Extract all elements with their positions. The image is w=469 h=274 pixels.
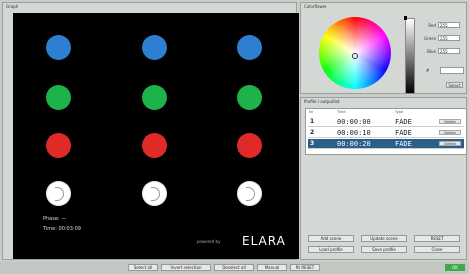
light-dot-5[interactable] (142, 85, 167, 110)
save-profile-button[interactable]: Save profile (361, 246, 407, 253)
blue-label: Blue (427, 49, 436, 54)
select-all-button[interactable]: Select all (128, 264, 158, 271)
table-row-selected[interactable]: 3 00:00:20 FADE Delete (308, 139, 464, 149)
preview-stage: Phase: — Time: 00:03:09 powered by ELARA (13, 13, 299, 259)
time-label: Time: 00:03:09 (43, 226, 81, 232)
light-dot-2[interactable] (142, 35, 167, 60)
light-dot-10[interactable] (46, 181, 71, 206)
wheel-marker-icon[interactable] (352, 53, 358, 59)
row-delete-button[interactable]: Delete (439, 130, 461, 135)
row-type: FADE (395, 140, 412, 148)
red-row: Red 255 (424, 22, 464, 29)
color-panel-title: Colorflower (304, 4, 327, 9)
profile-title: Profile / outputlist (304, 99, 340, 104)
col-time: Time (337, 110, 346, 114)
row-time: 00:00:00 (337, 118, 371, 126)
row-time: 00:00:20 (337, 140, 371, 148)
hex-input[interactable] (440, 67, 464, 74)
invert-selection-button[interactable]: Invert selection (161, 264, 211, 271)
color-panel: Colorflower Red 255 Green 255 Blue 255 #… (300, 2, 467, 94)
row-time: 00:00:10 (337, 129, 371, 137)
red-input[interactable]: 255 (438, 22, 460, 28)
row-index: 2 (310, 129, 315, 136)
reset-button[interactable]: RESET (414, 235, 460, 242)
close-button[interactable]: Close (414, 246, 460, 253)
light-dot-9[interactable] (237, 133, 262, 158)
red-label: Red (428, 23, 436, 28)
profile-panel: Profile / outputlist Nr Time Type 1 00:0… (300, 97, 467, 260)
row-type: FADE (395, 129, 412, 137)
deselect-all-button[interactable]: Deselect all (214, 264, 254, 271)
green-input[interactable]: 255 (438, 35, 460, 41)
row-index: 1 (310, 118, 315, 125)
phase-label: Phase: — (43, 216, 67, 222)
manual-button[interactable]: Manual (257, 264, 287, 271)
ok-button[interactable]: OK (445, 264, 465, 271)
light-dot-6[interactable] (237, 85, 262, 110)
light-dot-12[interactable] (237, 181, 262, 206)
rt-reset-button[interactable]: Rt RESET (290, 264, 320, 271)
light-dot-8[interactable] (142, 133, 167, 158)
hex-label: # (426, 68, 430, 73)
light-dot-3[interactable] (237, 35, 262, 60)
add-scene-button[interactable]: Add scene (308, 235, 354, 242)
elara-logo: ELARA (242, 234, 286, 248)
light-dot-11[interactable] (142, 181, 167, 206)
col-type: Type (395, 110, 404, 114)
row-delete-button[interactable]: Delete (439, 119, 461, 124)
light-dot-1[interactable] (46, 35, 71, 60)
scene-table: Nr Time Type 1 00:00:00 FADE Delete 2 00… (305, 108, 467, 155)
blue-row: Blue 255 (424, 48, 464, 55)
green-label: Green (424, 36, 437, 41)
table-row[interactable]: 2 00:00:10 FADE Delete (308, 128, 464, 138)
col-nr: Nr (309, 110, 314, 114)
powered-by-text: powered by (197, 239, 221, 244)
luminance-slider[interactable] (405, 18, 415, 94)
row-type: FADE (395, 118, 412, 126)
light-dot-4[interactable] (46, 85, 71, 110)
select-color-button[interactable]: Select (446, 82, 463, 88)
table-row[interactable]: 1 00:00:00 FADE Delete (308, 117, 464, 127)
green-row: Green 255 (424, 35, 464, 42)
graph-panel: Graph Phase: — Time: 00:03:09 powered by… (2, 2, 299, 260)
light-dot-7[interactable] (46, 133, 71, 158)
luminance-handle[interactable] (404, 16, 407, 20)
graph-title: Graph (6, 4, 19, 9)
row-delete-button[interactable]: Delete (439, 141, 461, 146)
update-scene-button[interactable]: Update scene (361, 235, 407, 242)
row-index: 3 (310, 140, 315, 147)
blue-input[interactable]: 255 (438, 48, 460, 54)
load-profile-button[interactable]: Load profile (308, 246, 354, 253)
